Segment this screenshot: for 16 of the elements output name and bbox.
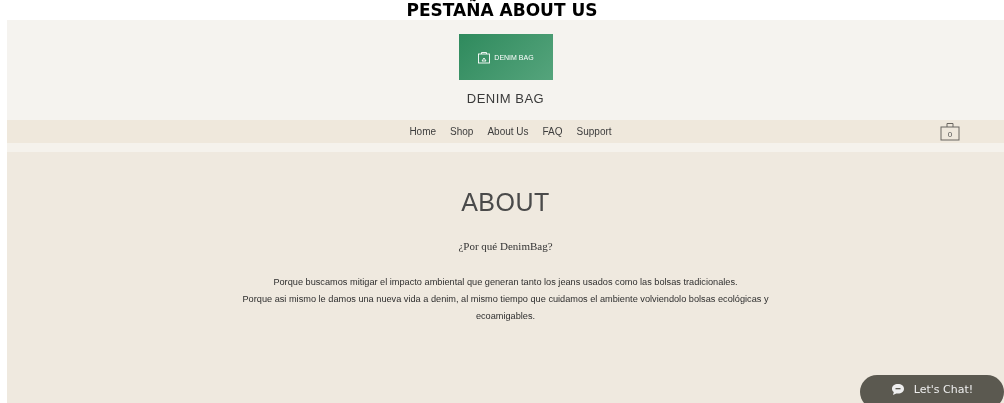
nav-link[interactable]: Shop	[450, 126, 474, 137]
nav-link[interactable]: About Us	[487, 126, 529, 137]
about-paragraph: Porque buscamos mitigar el impacto ambiental que generan tanto los jeans usados como las bolsas tradicionales. Porque asi mismo le damos una nueva vida a denim, al mismo tiempo que cuidamos el ambiente volviendolo bolsas ecológicas y ecoamigables.	[241, 276, 770, 323]
nav-link[interactable]: FAQ	[542, 126, 563, 137]
bag-icon	[477, 50, 492, 64]
bag-icon	[940, 122, 960, 141]
site-name: DENIM BAG	[466, 91, 545, 106]
cart-count: 0	[946, 130, 954, 140]
chat-button[interactable]: Let's Chat!	[860, 375, 1004, 403]
cart-button[interactable]: 0	[940, 122, 960, 141]
nav-link[interactable]: Home	[409, 126, 437, 137]
subheading: ¿Por qué DenimBag?	[458, 240, 553, 252]
chat-icon	[890, 382, 905, 396]
slide-title: PESTAÑA ABOUT US	[406, 0, 598, 20]
page-heading: ABOUT	[461, 188, 550, 217]
nav-link[interactable]: Support	[576, 126, 612, 137]
